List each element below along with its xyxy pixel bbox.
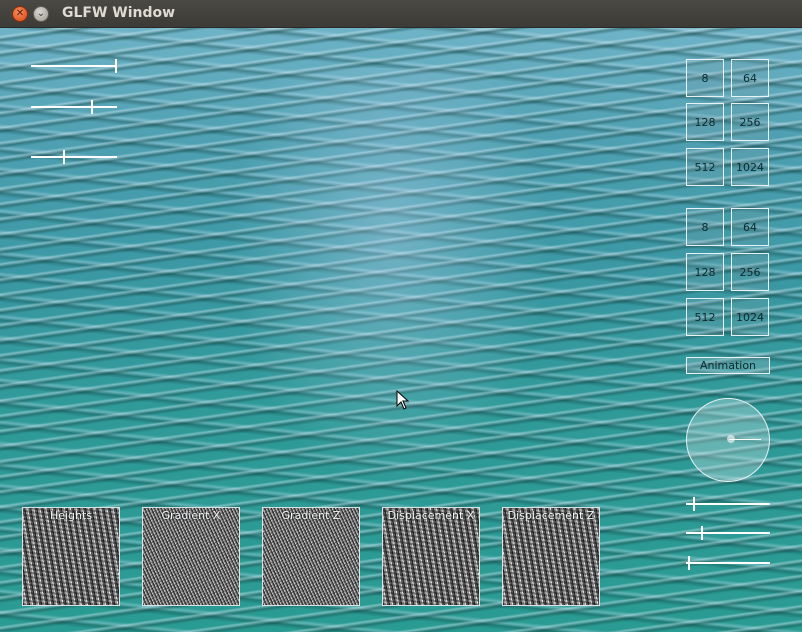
- sun-glare: [230, 68, 550, 488]
- resolution-option[interactable]: 64: [731, 208, 769, 246]
- parameter-slider-4[interactable]: [686, 497, 770, 511]
- texture-label: Gradient Z: [281, 509, 341, 522]
- resolution-option[interactable]: 64: [731, 59, 769, 97]
- texture-preview-gradient-z: Gradient Z: [262, 507, 360, 606]
- dial-hand: [729, 439, 761, 440]
- slider-thumb[interactable]: [115, 59, 117, 73]
- parameter-slider-5[interactable]: [686, 526, 770, 540]
- mouse-pointer-icon: [396, 390, 410, 410]
- resolution-option[interactable]: 128: [686, 253, 724, 291]
- slider-thumb[interactable]: [63, 150, 65, 164]
- texture-preview-displacement-x: Displacement X: [382, 507, 480, 606]
- texture-label: Heights: [49, 509, 93, 522]
- chevron-down-icon[interactable]: ⌄: [33, 6, 49, 22]
- slider-track: [31, 65, 117, 67]
- texture-label: Displacement Z: [507, 509, 595, 522]
- resolution-option[interactable]: 1024: [731, 148, 769, 186]
- window-titlebar[interactable]: ✕ ⌄ GLFW Window: [0, 0, 802, 28]
- resolution-option[interactable]: 256: [731, 253, 769, 291]
- slider-track: [31, 156, 117, 158]
- close-icon[interactable]: ✕: [12, 6, 28, 22]
- resolution-option[interactable]: 512: [686, 148, 724, 186]
- texture-preview-displacement-z: Displacement Z: [502, 507, 600, 606]
- resolution-option[interactable]: 8: [686, 208, 724, 246]
- parameter-slider-3[interactable]: [31, 150, 117, 164]
- animation-button[interactable]: Animation: [686, 357, 770, 374]
- slider-track: [31, 106, 117, 108]
- texture-preview-gradient-x: Gradient X: [142, 507, 240, 606]
- texture-label: Gradient X: [161, 509, 221, 522]
- parameter-slider-6[interactable]: [686, 556, 770, 570]
- resolution-option[interactable]: 8: [686, 59, 724, 97]
- slider-thumb[interactable]: [91, 100, 93, 114]
- slider-thumb[interactable]: [693, 497, 695, 511]
- resolution-option[interactable]: 1024: [731, 298, 769, 336]
- ocean-render-viewport[interactable]: 8 64 128 256 512 1024 8 64 128 256 512 1…: [0, 28, 802, 632]
- texture-preview-heights: Heights: [22, 507, 120, 606]
- slider-track: [686, 562, 770, 564]
- parameter-slider-2[interactable]: [31, 100, 117, 114]
- texture-label: Displacement X: [387, 509, 475, 522]
- wind-direction-dial[interactable]: [686, 398, 770, 482]
- parameter-slider-1[interactable]: [31, 59, 117, 73]
- resolution-option[interactable]: 256: [731, 103, 769, 141]
- slider-track: [686, 532, 770, 534]
- window-title: GLFW Window: [62, 5, 176, 21]
- slider-thumb[interactable]: [688, 556, 690, 570]
- resolution-option[interactable]: 128: [686, 103, 724, 141]
- slider-thumb[interactable]: [701, 526, 703, 540]
- slider-track: [686, 503, 770, 505]
- resolution-option[interactable]: 512: [686, 298, 724, 336]
